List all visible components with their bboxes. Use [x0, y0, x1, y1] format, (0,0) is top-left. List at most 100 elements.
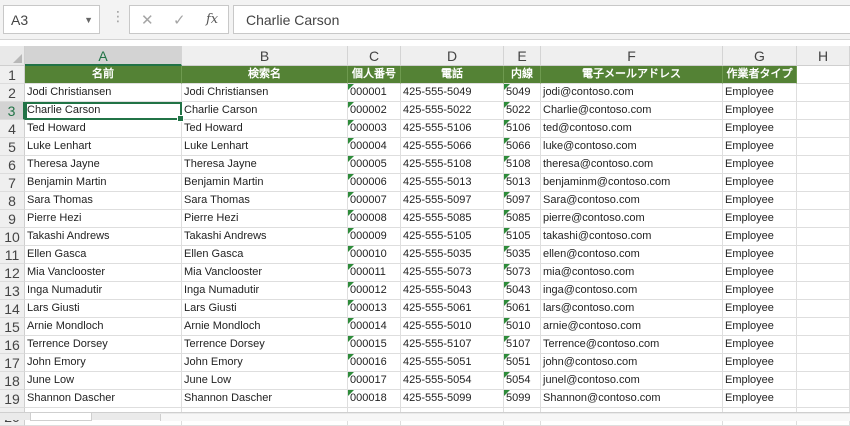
empty-cell[interactable] [797, 210, 850, 228]
cell[interactable]: Employee [723, 390, 797, 408]
column-header-g[interactable]: G [723, 46, 797, 66]
empty-cell[interactable] [797, 156, 850, 174]
cell[interactable]: 000016 [348, 354, 401, 372]
row-header-3[interactable]: 3 [0, 102, 25, 120]
cell[interactable]: Ellen Gasca [25, 246, 182, 264]
column-header-b[interactable]: B [182, 46, 348, 66]
empty-cell[interactable] [797, 354, 850, 372]
cell[interactable]: Jodi Christiansen [25, 84, 182, 102]
column-header-e[interactable]: E [504, 46, 541, 66]
row-header-8[interactable]: 8 [0, 192, 25, 210]
cell[interactable]: 5099 [504, 390, 541, 408]
more-options-icon[interactable]: ⋮ [111, 8, 125, 25]
cell[interactable]: Shannon@contoso.com [541, 390, 723, 408]
cell[interactable]: Terrence Dorsey [182, 336, 348, 354]
cell[interactable]: benjaminm@contoso.com [541, 174, 723, 192]
cell[interactable]: Employee [723, 138, 797, 156]
cell[interactable]: ellen@contoso.com [541, 246, 723, 264]
cell[interactable]: Ellen Gasca [182, 246, 348, 264]
cell[interactable]: 5105 [504, 228, 541, 246]
cell[interactable]: 425-555-5099 [401, 390, 504, 408]
empty-cell[interactable] [797, 174, 850, 192]
header-cell[interactable]: 名前 [25, 66, 182, 84]
row-header-9[interactable]: 9 [0, 210, 25, 228]
cell[interactable]: 000010 [348, 246, 401, 264]
cell[interactable]: 425-555-5073 [401, 264, 504, 282]
row-header-12[interactable]: 12 [0, 264, 25, 282]
cell[interactable]: 425-555-5107 [401, 336, 504, 354]
cell[interactable]: 000018 [348, 390, 401, 408]
cell[interactable]: 5107 [504, 336, 541, 354]
empty-cell[interactable] [797, 336, 850, 354]
cell[interactable]: Shannon Dascher [25, 390, 182, 408]
row-header-13[interactable]: 13 [0, 282, 25, 300]
cell[interactable]: Ted Howard [182, 120, 348, 138]
cell[interactable]: Pierre Hezi [182, 210, 348, 228]
cell[interactable]: 000003 [348, 120, 401, 138]
cell[interactable]: Employee [723, 246, 797, 264]
cell[interactable]: 000015 [348, 336, 401, 354]
cell[interactable]: 5106 [504, 120, 541, 138]
cancel-icon[interactable]: ✕ [141, 11, 154, 29]
cell[interactable]: 5043 [504, 282, 541, 300]
cell[interactable]: Inga Numadutir [182, 282, 348, 300]
cell[interactable]: 5066 [504, 138, 541, 156]
empty-cell[interactable] [797, 300, 850, 318]
cell[interactable]: 000011 [348, 264, 401, 282]
cell[interactable]: 425-555-5051 [401, 354, 504, 372]
name-box[interactable]: A3 ▼ [3, 5, 100, 34]
cell[interactable]: Employee [723, 372, 797, 390]
cell[interactable]: 000009 [348, 228, 401, 246]
cell[interactable]: 5035 [504, 246, 541, 264]
cell[interactable]: John Emory [25, 354, 182, 372]
cell[interactable]: 000008 [348, 210, 401, 228]
empty-cell[interactable] [797, 372, 850, 390]
row-header-4[interactable]: 4 [0, 120, 25, 138]
chevron-down-icon[interactable]: ▼ [84, 15, 93, 25]
cell[interactable]: Jodi Christiansen [182, 84, 348, 102]
cell[interactable]: Charlie@contoso.com [541, 102, 723, 120]
cell[interactable]: Takashi Andrews [25, 228, 182, 246]
empty-cell[interactable] [797, 228, 850, 246]
column-header-d[interactable]: D [401, 46, 504, 66]
cell[interactable]: Employee [723, 354, 797, 372]
row-header-14[interactable]: 14 [0, 300, 25, 318]
row-header-16[interactable]: 16 [0, 336, 25, 354]
cell[interactable]: 000012 [348, 282, 401, 300]
select-all-button[interactable] [0, 46, 25, 66]
cell[interactable]: June Low [25, 372, 182, 390]
cell[interactable]: Theresa Jayne [182, 156, 348, 174]
empty-cell[interactable] [797, 138, 850, 156]
header-cell[interactable]: 電子メールアドレス [541, 66, 723, 84]
cell[interactable]: 5073 [504, 264, 541, 282]
empty-cell[interactable] [797, 120, 850, 138]
cell[interactable]: Employee [723, 228, 797, 246]
cell[interactable]: 425-555-5010 [401, 318, 504, 336]
cell[interactable]: Sara Thomas [25, 192, 182, 210]
row-header-11[interactable]: 11 [0, 246, 25, 264]
header-cell[interactable]: 電話 [401, 66, 504, 84]
row-header-1[interactable]: 1 [0, 66, 25, 84]
cell[interactable]: 425-555-5061 [401, 300, 504, 318]
cell[interactable]: John Emory [182, 354, 348, 372]
cell[interactable]: 000002 [348, 102, 401, 120]
cell[interactable]: Employee [723, 300, 797, 318]
cell[interactable]: Sara@contoso.com [541, 192, 723, 210]
cell[interactable]: 5051 [504, 354, 541, 372]
cell[interactable]: 000013 [348, 300, 401, 318]
cell[interactable]: Charlie Carson [182, 102, 348, 120]
cell[interactable]: 5022 [504, 102, 541, 120]
cell[interactable]: 000006 [348, 174, 401, 192]
cell[interactable]: Mia Vanclooster [25, 264, 182, 282]
cell[interactable]: 425-555-5105 [401, 228, 504, 246]
cell[interactable]: Terrence@contoso.com [541, 336, 723, 354]
cell[interactable]: June Low [182, 372, 348, 390]
cell[interactable]: 425-555-5054 [401, 372, 504, 390]
cell[interactable]: 425-555-5022 [401, 102, 504, 120]
cell[interactable]: Employee [723, 210, 797, 228]
cell[interactable]: pierre@contoso.com [541, 210, 723, 228]
cell[interactable]: Employee [723, 318, 797, 336]
cell[interactable]: Luke Lenhart [182, 138, 348, 156]
cell[interactable]: 5013 [504, 174, 541, 192]
cell[interactable]: 425-555-5013 [401, 174, 504, 192]
